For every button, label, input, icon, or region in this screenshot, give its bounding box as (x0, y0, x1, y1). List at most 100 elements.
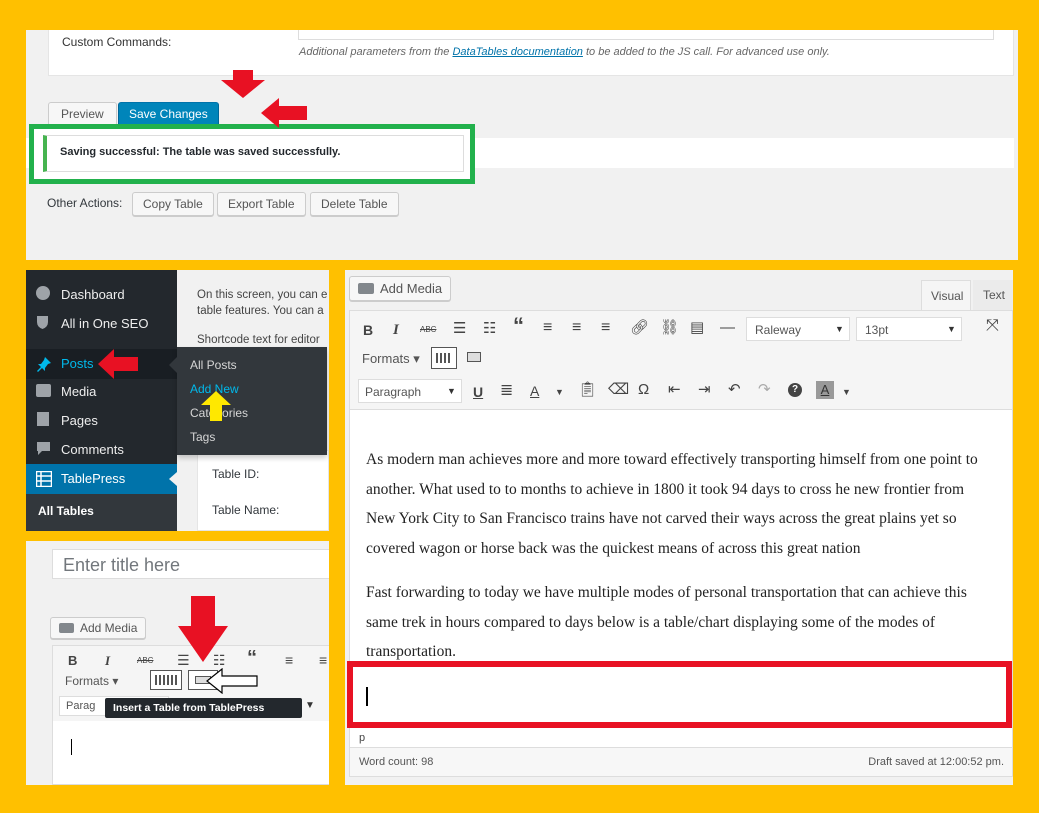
delete-table-button[interactable]: Delete Table (310, 192, 399, 216)
keyboard-icon[interactable] (431, 347, 457, 369)
element-path: p (359, 732, 366, 744)
clear-formatting-icon[interactable]: ⌫ (608, 381, 629, 399)
strikethrough-icon[interactable]: ABC (137, 652, 153, 670)
justify-icon[interactable]: ≣ (500, 382, 513, 400)
italic-icon[interactable]: I (105, 652, 110, 670)
table-name-label: Table Name: (212, 503, 280, 517)
shield-icon (37, 316, 48, 329)
options-row: Custom Commands: Additional parameters f… (48, 30, 1014, 76)
horizontal-line-icon[interactable]: — (720, 319, 735, 337)
outdent-icon[interactable]: ⇤ (668, 381, 681, 399)
paragraph-1: As modern man achieves more and more tow… (366, 451, 978, 557)
word-count: Word count: 98 (359, 756, 434, 768)
success-notice-highlight: Saving successful: The table was saved s… (29, 124, 475, 184)
sidebar-item-pages[interactable]: Pages (26, 408, 177, 434)
title-input[interactable]: Enter title here (52, 549, 329, 579)
sidebar-item-dashboard[interactable]: Dashboard (26, 282, 177, 308)
align-center-icon[interactable]: ≡ (572, 319, 581, 337)
sidebar-item-comments[interactable]: Comments (26, 437, 177, 463)
paste-text-icon[interactable]: 📋︎ (578, 381, 597, 399)
sidebar-item-tablepress[interactable]: TablePress (26, 464, 177, 494)
align-left-icon[interactable]: ≡ (543, 319, 552, 337)
numbered-list-icon[interactable]: ☷ (483, 320, 496, 338)
small-dropdown-caret[interactable]: ▼ (305, 700, 315, 711)
sidebar-item-all-in-one-seo[interactable]: All in One SEO (26, 311, 177, 337)
white-arrow-left-annotation (206, 668, 258, 694)
red-arrow-down-annotation (221, 70, 265, 98)
align-right-icon[interactable]: ≡ (601, 319, 610, 337)
title-placeholder: Enter title here (63, 555, 181, 575)
background-color-icon[interactable]: A (816, 381, 834, 399)
dashboard-icon (36, 286, 50, 300)
sidebar-submenu-all-tables[interactable]: All Tables (26, 494, 177, 531)
link-icon[interactable]: 🔗︎ (630, 319, 649, 337)
blockquote-icon[interactable]: “ (247, 648, 257, 668)
datatables-doc-link[interactable]: DataTables documentation (452, 46, 582, 58)
flyout-pointer (169, 357, 177, 373)
custom-commands-textarea[interactable] (298, 30, 994, 40)
font-size-select[interactable]: 13pt ▼ (856, 317, 962, 341)
preview-button[interactable]: Preview (48, 102, 117, 126)
align-left-icon[interactable]: ≡ (285, 651, 293, 669)
strikethrough-icon[interactable]: ABC (420, 321, 436, 339)
small-add-media-button[interactable]: Add Media (50, 617, 147, 639)
fullscreen-icon[interactable]: ⤧ (986, 317, 999, 335)
status-bar: Word count: 98 Draft saved at 12:00:52 p… (349, 748, 1013, 777)
special-character-icon[interactable]: Ω (638, 381, 649, 399)
pages-icon (37, 412, 49, 426)
admin-sidebar: Dashboard All in One SEO Posts Media Pag… (26, 270, 177, 531)
help-text: Additional parameters from the DataTable… (299, 46, 830, 58)
red-arrow-down-annotation (178, 596, 228, 662)
copy-table-button[interactable]: Copy Table (132, 192, 214, 216)
chevron-down-icon: ▼ (835, 324, 844, 334)
editor-toolbar: B I ABC ☰ ☷ “ ≡ ≡ ≡ 🔗︎ ⛓︎ ▤ — Raleway ▼ … (349, 310, 1013, 410)
small-formats-dropdown[interactable]: Formats ▾ (65, 674, 118, 688)
flyout-all-posts[interactable]: All Posts (190, 358, 237, 372)
export-table-button[interactable]: Export Table (217, 192, 306, 216)
underline-icon[interactable]: U (473, 383, 483, 401)
chevron-down-icon: ▼ (947, 324, 956, 334)
success-notice: Saving successful: The table was saved s… (43, 135, 464, 172)
red-arrow-left-annotation (261, 98, 307, 128)
add-media-button[interactable]: Add Media (349, 276, 452, 301)
read-more-icon[interactable]: ▤ (690, 319, 704, 337)
formats-dropdown[interactable]: Formats ▾ (362, 351, 420, 367)
text-cursor (71, 739, 72, 755)
media-icon (358, 283, 374, 294)
tablepress-insert-icon[interactable] (467, 352, 481, 362)
empty-line-highlight (347, 661, 1012, 728)
text-color-icon[interactable]: A (530, 382, 539, 400)
paragraph-select[interactable]: Paragraph ▼ (358, 379, 462, 403)
bold-icon[interactable]: B (68, 652, 77, 670)
unlink-icon[interactable]: ⛓︎ (660, 319, 679, 337)
keyboard-icon[interactable] (150, 670, 182, 690)
table-id-label: Table ID: (212, 467, 260, 481)
chevron-down-icon[interactable]: ▼ (842, 383, 851, 401)
notice-text: Saving successful: The table was saved s… (60, 146, 341, 158)
admin-menu-panel: Dashboard All in One SEO Posts Media Pag… (26, 270, 329, 531)
undo-icon[interactable]: ↶ (728, 381, 741, 399)
draft-saved-status: Draft saved at 12:00:52 pm. (868, 756, 1004, 768)
tab-visual[interactable]: Visual (921, 280, 971, 311)
small-editor-body[interactable] (52, 721, 329, 785)
font-family-select[interactable]: Raleway ▼ (746, 317, 850, 341)
sidebar-item-media[interactable]: Media (26, 379, 177, 405)
custom-commands-label: Custom Commands: (62, 35, 172, 49)
redo-icon[interactable]: ↷ (758, 381, 771, 399)
indent-icon[interactable]: ⇥ (698, 381, 711, 399)
bullet-list-icon[interactable]: ☰ (453, 320, 466, 338)
align-center-icon[interactable]: ≡ (319, 651, 327, 669)
media-icon (36, 384, 51, 397)
chevron-down-icon[interactable]: ▼ (555, 383, 564, 401)
italic-icon[interactable]: I (393, 321, 399, 339)
bold-icon[interactable]: B (363, 321, 373, 339)
tab-text[interactable]: Text (973, 280, 1013, 311)
other-actions-label: Other Actions: (47, 196, 123, 210)
small-editor-panel: Enter title here Add Media B I ABC ☰ ☷ “… (26, 541, 329, 785)
save-changes-button[interactable]: Save Changes (118, 102, 219, 126)
blockquote-icon[interactable]: “ (513, 315, 524, 337)
current-menu-pointer (169, 472, 177, 486)
flyout-tags[interactable]: Tags (190, 430, 215, 444)
help-icon[interactable]: ? (788, 383, 802, 397)
red-arrow-posts-annotation (98, 349, 138, 379)
